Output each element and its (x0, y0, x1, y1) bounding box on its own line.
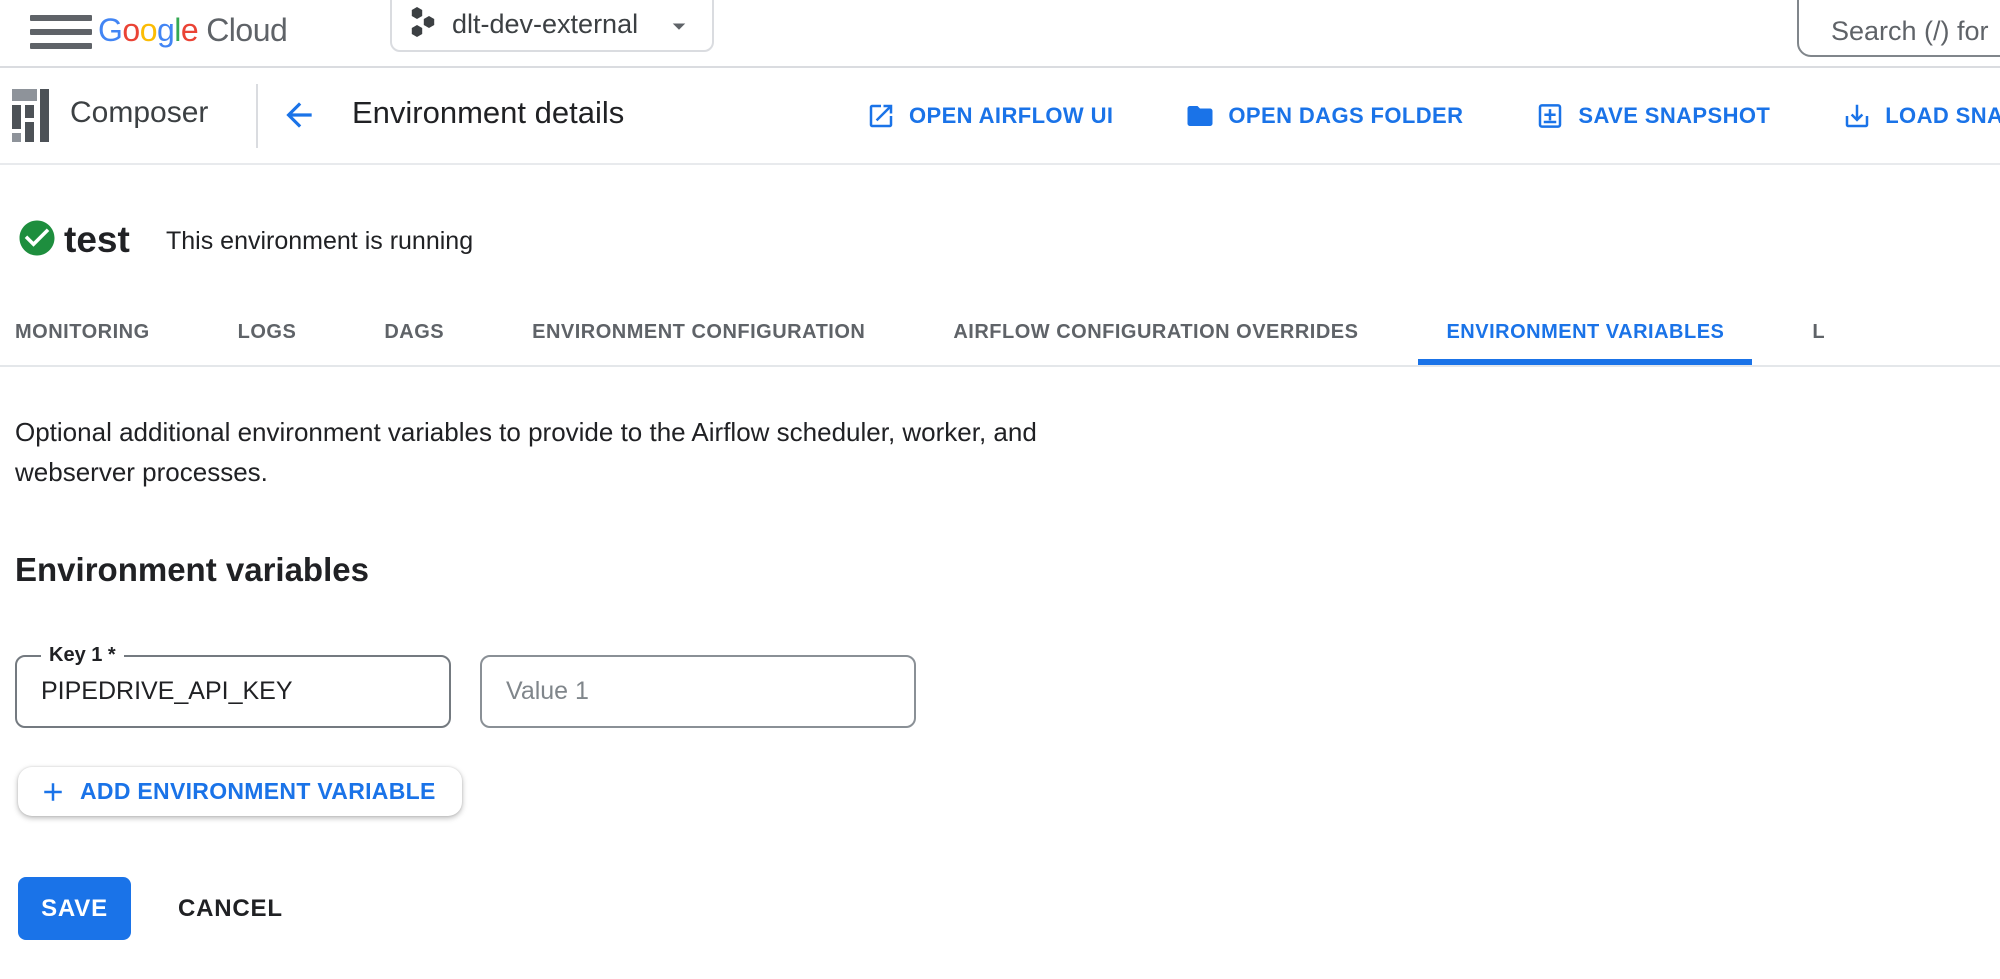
add-environment-variable-label: ADD ENVIRONMENT VARIABLE (80, 778, 436, 805)
page-title: Environment details (352, 95, 624, 131)
tab-airflow-configuration-overrides[interactable]: AIRFLOW CONFIGURATION OVERRIDES (953, 300, 1358, 365)
description-line-1: Optional additional environment variable… (15, 417, 1037, 447)
open-airflow-ui-button[interactable]: OPEN AIRFLOW UI (866, 101, 1113, 131)
plus-icon (38, 777, 68, 807)
description-line-2: webserver processes. (15, 457, 268, 487)
env-var-value-field (480, 655, 916, 728)
folder-icon (1185, 101, 1215, 131)
status-check-icon (16, 217, 58, 259)
tab-description: Optional additional environment variable… (15, 412, 1037, 492)
env-var-key-field: Key 1 * (15, 655, 451, 728)
tab-monitoring[interactable]: MONITORING (15, 300, 150, 365)
composer-logo-icon (8, 85, 52, 147)
tab-labels-clipped[interactable]: L (1812, 300, 1825, 365)
load-snapshot-label: LOAD SNAPSHOT (1885, 103, 2000, 129)
environment-name: test (64, 219, 130, 261)
key-field-label: Key 1 * (41, 643, 124, 667)
back-arrow-icon[interactable] (280, 96, 320, 136)
open-dags-folder-button[interactable]: OPEN DAGS FOLDER (1185, 101, 1463, 131)
load-snapshot-icon (1842, 101, 1872, 131)
search-box (1797, 0, 2000, 57)
top-app-bar: GoogleCloud dlt-dev-external (0, 0, 2000, 68)
search-input[interactable] (1831, 16, 2000, 47)
project-selector[interactable]: dlt-dev-external (390, 0, 714, 52)
project-selector-value: dlt-dev-external (452, 9, 664, 40)
product-name: Composer (70, 96, 208, 130)
cloud-logo-word: Cloud (206, 12, 287, 48)
key-input[interactable] (17, 657, 449, 726)
tab-bar: MONITORING LOGS DAGS ENVIRONMENT CONFIGU… (0, 300, 2000, 367)
environment-status-text: This environment is running (166, 227, 473, 256)
cancel-button[interactable]: CANCEL (168, 877, 293, 940)
tab-environment-variables[interactable]: ENVIRONMENT VARIABLES (1446, 300, 1724, 365)
menu-icon[interactable] (30, 15, 92, 49)
section-title: Environment variables (15, 551, 369, 589)
save-snapshot-icon (1535, 101, 1565, 131)
value-input[interactable] (482, 657, 914, 726)
tab-logs[interactable]: LOGS (238, 300, 297, 365)
tab-environment-configuration[interactable]: ENVIRONMENT CONFIGURATION (532, 300, 865, 365)
header-divider (256, 84, 258, 148)
header-toolbar: OPEN AIRFLOW UI OPEN DAGS FOLDER SAVE SN… (866, 68, 2000, 163)
tab-dags[interactable]: DAGS (384, 300, 444, 365)
save-button[interactable]: SAVE (18, 877, 131, 940)
chevron-down-icon (664, 11, 694, 41)
open-airflow-ui-label: OPEN AIRFLOW UI (909, 103, 1113, 129)
add-environment-variable-button[interactable]: ADD ENVIRONMENT VARIABLE (18, 767, 462, 816)
google-cloud-logo: GoogleCloud (98, 12, 287, 49)
save-snapshot-button[interactable]: SAVE SNAPSHOT (1535, 101, 1770, 131)
open-dags-folder-label: OPEN DAGS FOLDER (1228, 103, 1463, 129)
load-snapshot-button[interactable]: LOAD SNAPSHOT (1842, 101, 2000, 131)
save-snapshot-label: SAVE SNAPSHOT (1578, 103, 1770, 129)
google-logo-word: Google (98, 12, 198, 48)
product-header: Composer Environment details OPEN AIRFLO… (0, 68, 2000, 165)
open-in-new-icon (866, 101, 896, 131)
project-icon (408, 5, 438, 41)
